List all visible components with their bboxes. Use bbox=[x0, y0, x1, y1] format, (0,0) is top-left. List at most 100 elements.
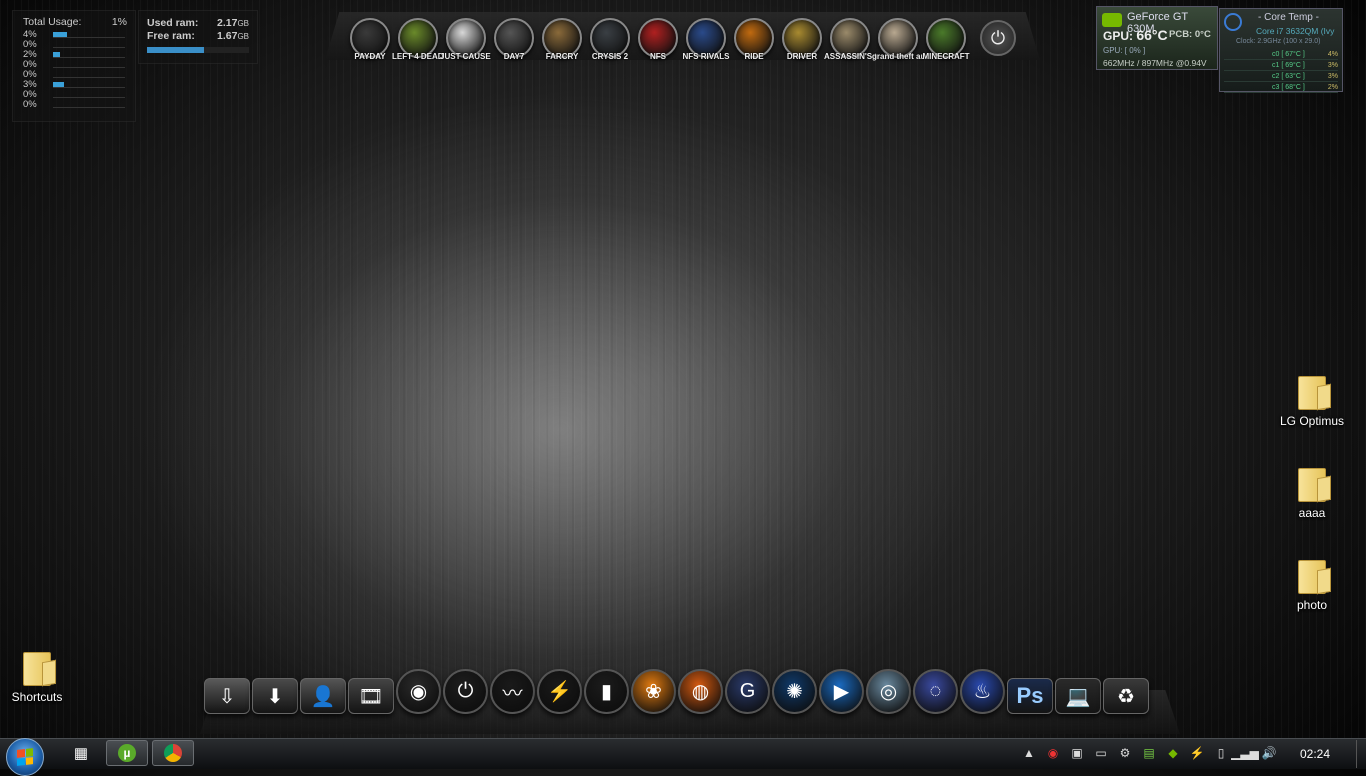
core-temp-cpu-name: Core i7 3632QM (Ivy bbox=[1256, 26, 1335, 36]
desktop-icon-lg-optimus[interactable]: LG Optimus bbox=[1272, 376, 1352, 428]
game-launcher-item[interactable]: RIDE bbox=[732, 18, 776, 78]
power-icon: ⏻ bbox=[457, 680, 474, 702]
fl-studio-dock-item[interactable]: ❀ bbox=[631, 669, 676, 714]
signal-strength-tray-icon[interactable]: ▁▃▅ bbox=[1231, 744, 1259, 762]
monitor-tray-icon[interactable]: ▣ bbox=[1068, 744, 1086, 762]
photoshop-dock-item[interactable]: Ps bbox=[1007, 678, 1053, 714]
downloads-icon: ⬇ bbox=[266, 685, 284, 708]
power-dock-item[interactable]: ⏻ bbox=[443, 669, 488, 714]
core-name: c0 bbox=[1272, 50, 1280, 58]
cpu-core-list: 4% 0% 2% 0% 0% 3% 0% 0% bbox=[13, 30, 135, 110]
cpu-usage-header: Total Usage: 1% bbox=[13, 11, 135, 30]
videos-dock-item[interactable]: 🎞 bbox=[348, 678, 394, 714]
network-dock-item[interactable]: ✺ bbox=[772, 669, 817, 714]
desktop-icon-photo[interactable]: photo bbox=[1272, 560, 1352, 612]
nvidia-tray-icon[interactable]: ◆ bbox=[1164, 744, 1182, 762]
ram-used-row: Used ram: 2.17GB bbox=[139, 17, 257, 30]
volume-tray-icon[interactable]: 🔊 bbox=[1260, 744, 1278, 762]
battery-meter-tray-icon[interactable]: ▤ bbox=[1140, 744, 1158, 762]
taskbar-clock[interactable]: 02:24 bbox=[1300, 747, 1330, 761]
ram-free-row: Free ram: 1.67GB bbox=[139, 30, 257, 43]
core-temp-row: c1 [ 69°C ] 3% bbox=[1224, 60, 1338, 71]
core-temp-value: [ 63°C ] bbox=[1281, 72, 1305, 80]
game-launcher-item[interactable]: MINECRAFT bbox=[922, 18, 970, 78]
winamp-dock-item[interactable]: ⚡ bbox=[537, 669, 582, 714]
google-dock-item[interactable]: G bbox=[725, 669, 770, 714]
wallpaper bbox=[0, 0, 1366, 740]
power-button[interactable]: ⏻ bbox=[980, 20, 1016, 56]
taskbar-calculator-button[interactable]: ▦ bbox=[64, 740, 98, 766]
cpu-core-value: 0% bbox=[23, 99, 37, 110]
downloads-dock-item[interactable]: ⬇ bbox=[252, 678, 298, 714]
start-button[interactable] bbox=[6, 738, 44, 776]
antivirus-tray-icon[interactable]: ◉ bbox=[1044, 744, 1062, 762]
game-name: LEFT 4 DEAD 2 bbox=[392, 52, 444, 61]
equalizer-dock-item[interactable]: ▮ bbox=[584, 669, 629, 714]
chrome-icon: ◎ bbox=[879, 681, 898, 703]
game-launcher-item[interactable]: JUST CAUSE 2 bbox=[440, 18, 492, 78]
network-devices-tray-icon[interactable]: ⚙ bbox=[1116, 744, 1134, 762]
game-launcher-item[interactable]: LEFT 4 DEAD 2 bbox=[392, 18, 444, 78]
game-launcher-item[interactable]: ASSASSIN'S CREED bbox=[824, 18, 876, 78]
game-launcher-item[interactable]: NFS bbox=[636, 18, 680, 78]
dvd-dock-item[interactable]: ◉ bbox=[396, 669, 441, 714]
calculator-icon: ▦ bbox=[73, 745, 89, 762]
cpu-core-bar bbox=[53, 92, 125, 98]
flame-icon: ♨ bbox=[973, 681, 992, 703]
show-hidden-icons-arrow-icon[interactable]: ▲ bbox=[1020, 744, 1038, 762]
dvd-icon: ◉ bbox=[409, 681, 428, 703]
power-manager-tray-icon[interactable]: ⚡ bbox=[1188, 744, 1206, 762]
game-name: CRYSIS 2 bbox=[591, 52, 629, 61]
cpu-core-bar bbox=[53, 102, 125, 108]
core-temp-row: c3 [ 68°C ] 2% bbox=[1224, 82, 1338, 93]
laptop-dock-item[interactable]: 💻 bbox=[1055, 678, 1101, 714]
user-dock-item[interactable]: 👤 bbox=[300, 678, 346, 714]
firefox-dock-item[interactable]: ◍ bbox=[678, 669, 723, 714]
chrome-icon bbox=[164, 744, 182, 762]
game-name: ASSASSIN'S CREED bbox=[824, 52, 876, 61]
media-player-dock-item[interactable]: ▶ bbox=[819, 669, 864, 714]
game-launcher-item[interactable]: grand theft auto bbox=[872, 18, 924, 78]
desktop-icon-label: LG Optimus bbox=[1279, 414, 1345, 428]
core-temp-widget: - Core Temp - Core i7 3632QM (Ivy Clock:… bbox=[1219, 8, 1343, 93]
core-load-value: 3% bbox=[1327, 61, 1338, 69]
game-launcher-item[interactable]: FARCRY bbox=[540, 18, 584, 78]
game-name: FARCRY bbox=[545, 52, 579, 61]
opera-icon: ◌ bbox=[929, 680, 942, 702]
cpu-core-bar bbox=[53, 52, 125, 58]
ram-widget: Used ram: 2.17GB Free ram: 1.67GB bbox=[138, 10, 258, 64]
cpu-usage-label: Total Usage: bbox=[23, 16, 82, 28]
desktop-icon-label: aaaa bbox=[1298, 506, 1326, 520]
pulse-dock-item[interactable]: 〰 bbox=[490, 669, 535, 714]
game-launcher-item[interactable]: DAY7 bbox=[492, 18, 536, 78]
game-launcher-item[interactable]: CRYSIS 2 bbox=[588, 18, 632, 78]
taskbar-utorrent-button[interactable]: µ bbox=[106, 740, 148, 766]
taskbar-chrome-button[interactable] bbox=[152, 740, 194, 766]
chrome-dock-item[interactable]: ◎ bbox=[866, 669, 911, 714]
ram-free-label: Free ram: bbox=[147, 30, 195, 42]
recycle-bin-dock-item[interactable]: ♻ bbox=[1103, 678, 1149, 714]
documents-dock-item[interactable]: ⇩ bbox=[204, 678, 250, 714]
cpu-core-fill bbox=[53, 52, 61, 57]
opera-dock-item[interactable]: ◌ bbox=[913, 669, 958, 714]
flame-dock-item[interactable]: ♨ bbox=[960, 669, 1005, 714]
desktop-icon-shortcuts[interactable]: Shortcuts bbox=[0, 652, 77, 704]
game-name: NFS bbox=[650, 52, 666, 61]
game-launcher-item[interactable]: DRIVER bbox=[780, 18, 824, 78]
utorrent-icon: µ bbox=[118, 744, 136, 762]
core-temp-value: [ 69°C ] bbox=[1281, 61, 1305, 69]
game-name: PAYDAY bbox=[354, 52, 386, 61]
game-launcher-item[interactable]: PAYDAY bbox=[348, 18, 392, 78]
documents-icon: ⇩ bbox=[218, 685, 236, 708]
desktop-icon-aaaa[interactable]: aaaa bbox=[1272, 468, 1352, 520]
power-plug-tray-icon[interactable]: ▯ bbox=[1212, 744, 1230, 762]
windows-logo-icon bbox=[17, 748, 33, 766]
display-tray-icon[interactable]: ▭ bbox=[1092, 744, 1110, 762]
firefox-icon: ◍ bbox=[691, 681, 710, 703]
game-launcher-item[interactable]: NFS RIVALS bbox=[683, 18, 729, 78]
core-temp-rows: c0 [ 67°C ] 4% c1 [ 69°C ] 3% c2 [ 63°C ] 3% c… bbox=[1224, 49, 1338, 93]
power-icon: ⏻ bbox=[990, 27, 1006, 48]
gpu-temp-label: GPU: bbox=[1103, 29, 1133, 43]
gpu-load: GPU: [ 0% ] bbox=[1103, 46, 1146, 55]
show-desktop-button[interactable] bbox=[1356, 740, 1366, 768]
